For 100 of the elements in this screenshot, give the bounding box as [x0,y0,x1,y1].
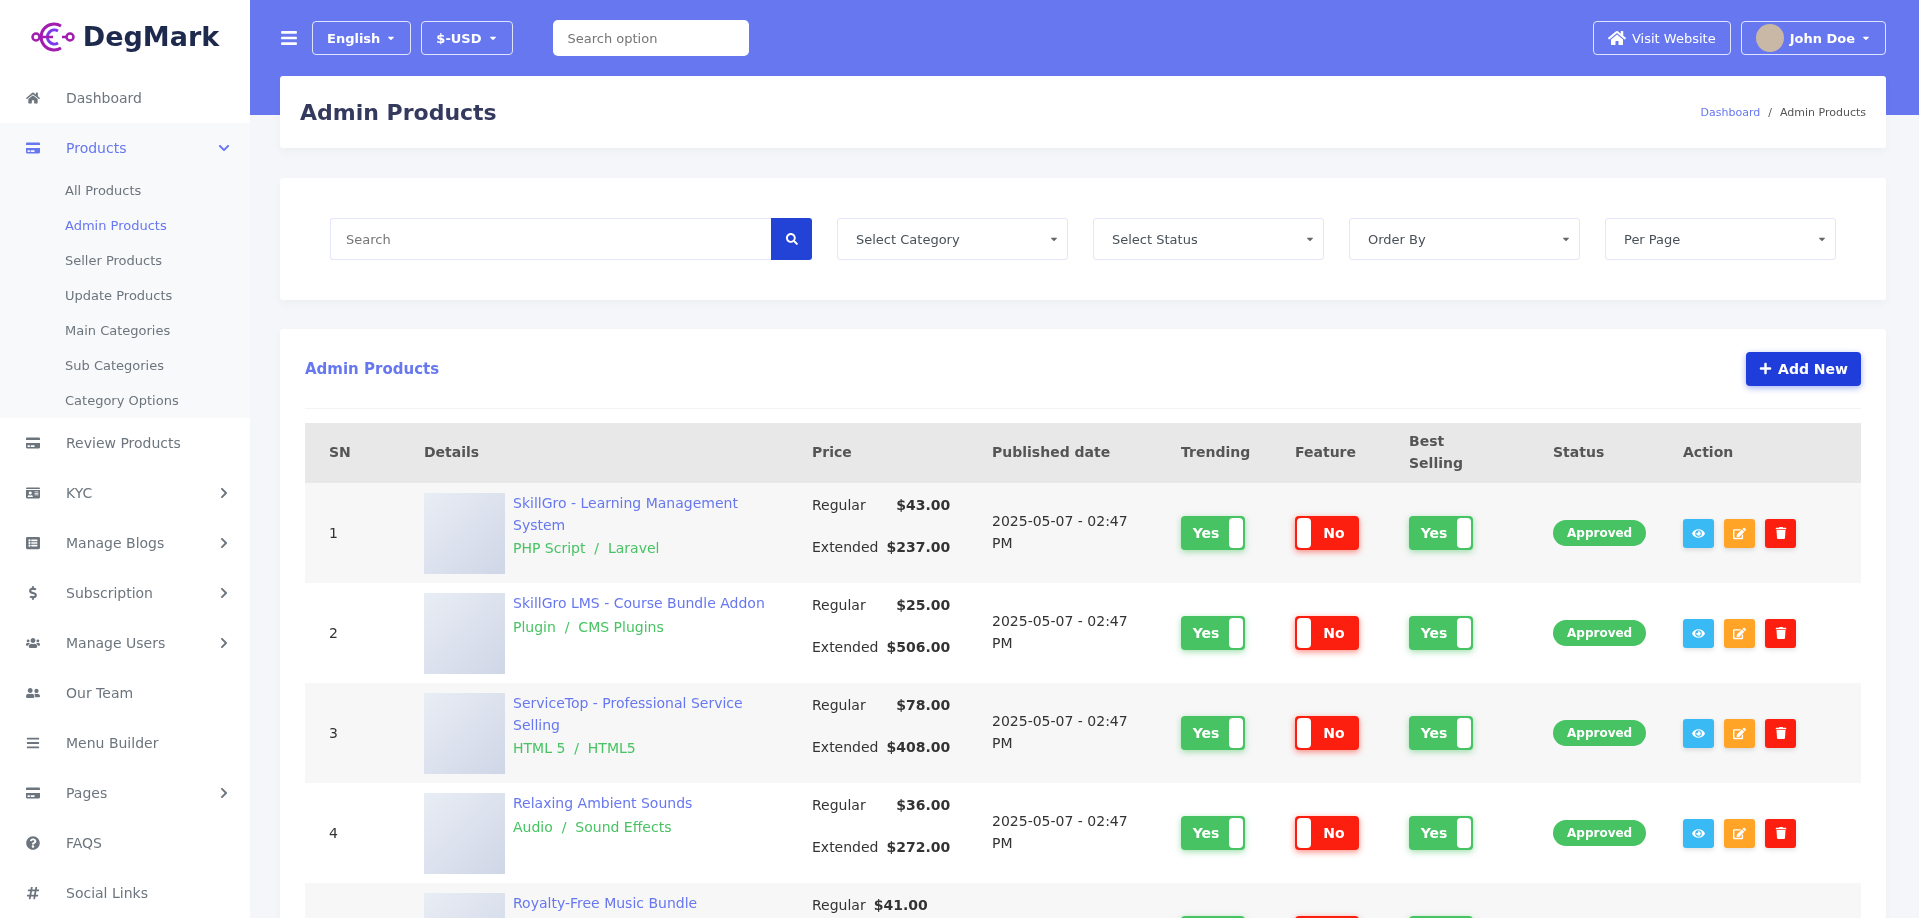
price-label: Extended [812,639,879,655]
toggle-switch[interactable]: No [1295,516,1359,550]
eye-icon [1692,626,1705,640]
currency-dropdown[interactable]: $-USD [421,21,513,55]
sidebar-item[interactable]: FAQS [0,818,250,868]
category-path: HTML 5 / HTML5 [513,740,637,757]
toggle-switch[interactable]: Yes [1181,616,1245,650]
menu-item-icon [26,836,40,850]
toggle-switch[interactable]: Yes [1181,716,1245,750]
price-label: Regular [812,597,867,613]
product-link[interactable]: Relaxing Ambient Sounds [513,793,693,815]
chevron-down-icon [218,142,230,154]
sidebar-item[interactable]: Dashboard [0,73,250,123]
sidebar-item[interactable]: Social Links [0,868,250,918]
breadcrumb-link[interactable]: Dashboard [1700,105,1761,119]
status-badge: Approved [1553,520,1647,546]
toggle-switch[interactable]: Yes [1409,716,1473,750]
price-value: $272.00 [886,839,951,855]
toggle-switch[interactable]: Yes [1409,616,1473,650]
sidebar-item[interactable]: Menu Builder [0,718,250,768]
product-link[interactable]: Royalty-Free Music Bundle [513,893,698,915]
eye-icon [1692,826,1705,840]
toggle-switch[interactable]: Yes [1181,816,1245,850]
menu-item-icon [26,686,40,700]
edit-button[interactable] [1724,518,1755,548]
submenu-item[interactable]: Main Categories [0,313,250,348]
price-label: Extended [812,839,879,855]
submenu-item[interactable]: Admin Products [0,208,250,243]
column-header: Best Selling [1408,432,1464,473]
sidebar-item[interactable]: Subscription [0,568,250,618]
price-value: $506.00 [886,639,951,655]
toggle-switch[interactable]: Yes [1409,816,1473,850]
menu-item-icon [26,436,40,450]
sidebar-item[interactable]: KYC [0,468,250,518]
category-path: PHP Script / Laravel [513,540,661,557]
add-new-button[interactable]: Add New [1746,351,1861,386]
price-value: $43.00 [895,497,951,513]
menu-item-icon [26,586,40,600]
menu-item-icon [26,786,40,800]
toggle-switch[interactable]: No [1295,616,1359,650]
plus-icon [1759,362,1773,375]
search-button[interactable] [771,218,812,260]
view-button[interactable] [1683,518,1714,548]
price-value: $408.00 [886,739,951,755]
chevron-right-icon [218,787,230,799]
delete-button[interactable] [1765,518,1796,548]
sidebar-item[interactable]: Products [0,123,250,173]
view-button[interactable] [1683,818,1714,848]
submenu-item[interactable]: Update Products [0,278,250,313]
column-header: Published date [991,443,1112,463]
filter-select[interactable]: Per Page [1605,218,1836,260]
edit-icon [1733,626,1746,640]
column-header: Price [811,443,853,463]
toggle-switch[interactable]: No [1295,816,1359,850]
column-header: SN [328,443,352,463]
submenu-item[interactable]: Sub Categories [0,348,250,383]
product-link[interactable]: ServiceTop - Professional Service Selling [513,693,788,737]
search-field[interactable]: Search [330,218,771,260]
price-label: Extended [812,539,879,555]
table-cell-text: 3 [328,725,339,741]
menu-item-icon [26,536,40,550]
chevron-right-icon [218,587,230,599]
view-button[interactable] [1683,718,1714,748]
submenu-item[interactable]: Seller Products [0,243,250,278]
filter-select[interactable]: Select Status [1093,218,1324,260]
brand-name: DegMark [82,21,220,52]
edit-button[interactable] [1724,618,1755,648]
price-label: Regular [812,897,866,913]
table-cell-text: 4 [328,825,339,841]
submenu-item[interactable]: All Products [0,173,250,208]
sidebar-item[interactable]: Our Team [0,668,250,718]
filter-select[interactable]: Select Category [837,218,1068,260]
view-button[interactable] [1683,618,1714,648]
column-header: Action [1682,443,1735,463]
chevron-right-icon [218,487,230,499]
breadcrumb-separator: / [1768,105,1772,119]
delete-button[interactable] [1765,618,1796,648]
filter-select[interactable]: Order By [1349,218,1580,260]
edit-button[interactable] [1724,818,1755,848]
product-link[interactable]: SkillGro - Learning Management System [513,493,788,537]
sidebar-item[interactable]: Manage Users [0,618,250,668]
sidebar-item[interactable]: Manage Blogs [0,518,250,568]
visit-website-button[interactable]: Visit Website [1593,21,1731,55]
menu-icon[interactable] [280,29,298,47]
edit-button[interactable] [1724,718,1755,748]
delete-button[interactable] [1765,818,1796,848]
trash-icon [1774,527,1787,539]
product-link[interactable]: SkillGro LMS - Course Bundle Addon [513,593,765,615]
date-cell-text: 2025-05-07 - 02:47 PM [991,712,1128,753]
delete-button[interactable] [1765,718,1796,748]
toggle-switch[interactable]: Yes [1409,516,1473,550]
user-menu[interactable]: John Doe [1740,21,1886,55]
menu-item-icon [26,736,40,750]
sidebar-item[interactable]: Pages [0,768,250,818]
toggle-switch[interactable]: Yes [1181,516,1245,550]
language-dropdown[interactable]: English [312,21,412,55]
submenu-item[interactable]: Category Options [0,383,250,418]
search-field[interactable]: Search option [552,20,749,56]
sidebar-item[interactable]: Review Products [0,418,250,468]
toggle-switch[interactable]: No [1295,716,1359,750]
